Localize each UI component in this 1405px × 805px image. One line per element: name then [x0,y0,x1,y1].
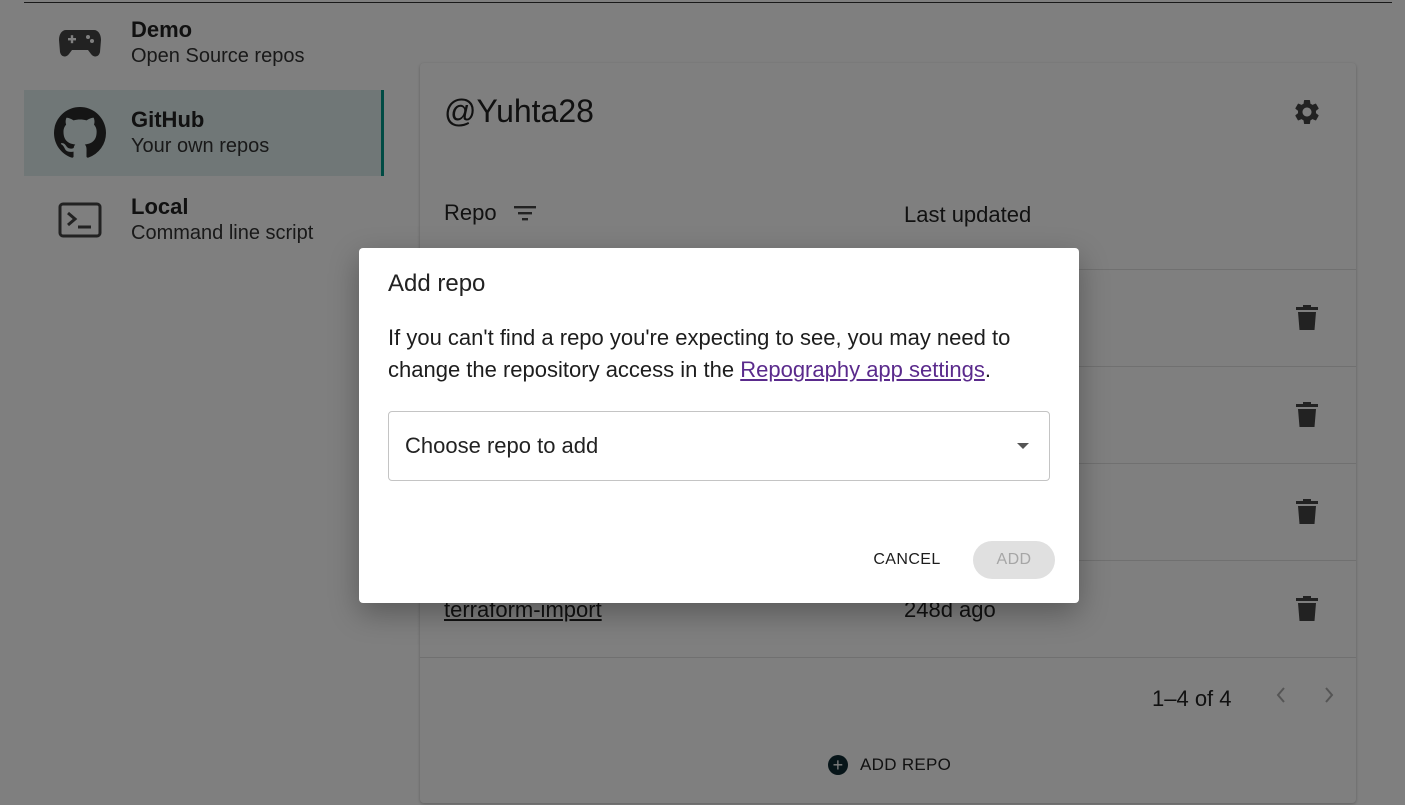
dialog-message: If you can't find a repo you're expectin… [388,322,1050,386]
dropdown-arrow-icon [1017,443,1029,449]
add-button[interactable]: ADD [973,541,1055,579]
repo-select-placeholder: Choose repo to add [405,433,599,458]
repo-select[interactable]: Choose repo to add [388,411,1050,481]
dialog-title: Add repo [388,270,486,297]
app-settings-link[interactable]: Repography app settings [740,357,985,382]
cancel-button[interactable]: CANCEL [863,541,951,579]
page: Demo Open Source repos GitHub Your own r… [0,0,1405,805]
dialog-message-end: . [984,357,991,382]
add-repo-dialog: Add repo If you can't find a repo you're… [359,248,1079,603]
